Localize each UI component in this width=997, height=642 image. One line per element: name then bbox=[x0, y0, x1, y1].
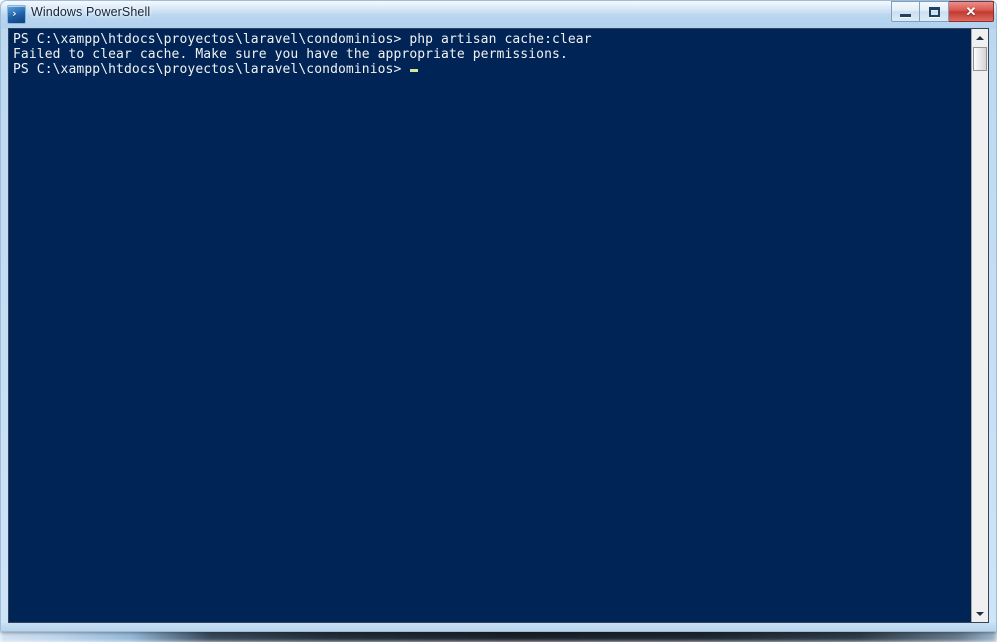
chevron-up-icon bbox=[976, 35, 984, 40]
console-prompt-text: PS C:\xampp\htdocs\proyectos\laravel\con… bbox=[13, 62, 410, 77]
title-bar[interactable]: › Windows PowerShell ✕ bbox=[0, 0, 997, 28]
chevron-down-icon bbox=[976, 611, 984, 616]
console-client-area[interactable]: PS C:\xampp\htdocs\proyectos\laravel\con… bbox=[8, 28, 989, 623]
vertical-scrollbar[interactable] bbox=[971, 29, 988, 622]
scroll-up-button[interactable] bbox=[972, 29, 988, 46]
window-bottom-rim bbox=[1, 623, 996, 631]
text-cursor bbox=[410, 69, 419, 72]
console-output[interactable]: PS C:\xampp\htdocs\proyectos\laravel\con… bbox=[9, 29, 971, 622]
console-prompt-line: PS C:\xampp\htdocs\proyectos\laravel\con… bbox=[13, 62, 971, 77]
window-title: Windows PowerShell bbox=[31, 5, 151, 19]
minimize-button[interactable] bbox=[891, 1, 920, 22]
powershell-window[interactable]: › Windows PowerShell ✕ PS C:\xampp\htdoc… bbox=[0, 0, 997, 632]
scrollbar-thumb[interactable] bbox=[973, 47, 987, 71]
caption-buttons: ✕ bbox=[891, 1, 994, 22]
console-line: PS C:\xampp\htdocs\proyectos\laravel\con… bbox=[13, 32, 592, 47]
desktop-background: › Windows PowerShell ✕ PS C:\xampp\htdoc… bbox=[0, 0, 997, 642]
minimize-icon bbox=[900, 13, 911, 17]
powershell-icon: › bbox=[7, 5, 26, 24]
scroll-down-button[interactable] bbox=[972, 605, 988, 622]
console-line-error: Failed to clear cache. Make sure you hav… bbox=[13, 47, 568, 62]
maximize-icon bbox=[928, 6, 940, 17]
close-icon: ✕ bbox=[965, 4, 977, 19]
close-button[interactable]: ✕ bbox=[949, 1, 994, 22]
powershell-icon-glyph: › bbox=[11, 7, 18, 20]
maximize-button[interactable] bbox=[920, 1, 949, 22]
